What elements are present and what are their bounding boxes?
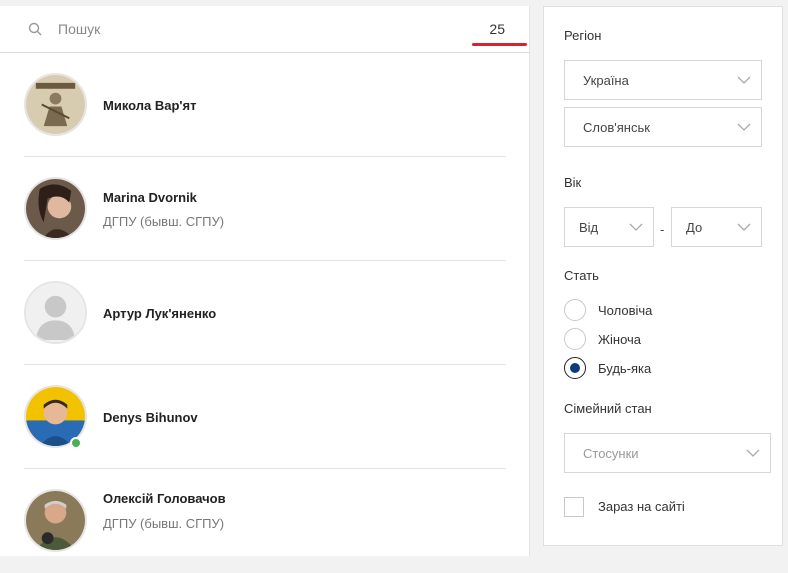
age-label: Вік [564,175,582,190]
chevron-down-icon [737,76,751,84]
avatar[interactable] [24,281,87,344]
people-list-panel: 25 Микола Вар'ят [0,6,530,556]
person-subtitle: ДГПУ (бывш. СГПУ) [103,214,225,229]
avatar[interactable] [24,177,87,240]
list-item[interactable]: Артур Лук'яненко [24,261,506,365]
gender-option-female[interactable]: Жіноча [598,332,641,347]
sketch-avatar-image [26,75,85,134]
filters-panel: Регіон Україна Слов'янськ Вік Від - До С… [543,6,783,546]
avatar[interactable] [24,489,87,552]
chevron-down-icon [746,449,760,457]
default-user-icon [26,283,85,342]
list-item[interactable]: Олексій Головачов ДГПУ (бывш. СГПУ) [24,469,506,573]
age-to-select[interactable]: До [671,207,762,247]
family-status-label: Сімейний стан [564,401,652,416]
list-item[interactable]: Микола Вар'ят [24,53,506,157]
age-to-value: До [686,220,703,235]
person-name[interactable]: Denys Bihunov [103,410,198,425]
region-label: Регіон [564,28,602,43]
person-name[interactable]: Микола Вар'ят [103,98,196,113]
gender-radio-any[interactable] [564,357,586,379]
count-underline [472,43,527,46]
woman-avatar-image [26,179,85,238]
search-input[interactable] [52,18,432,40]
country-select[interactable]: Україна [564,60,762,100]
family-status-placeholder: Стосунки [583,446,639,461]
gender-option-any[interactable]: Будь-яка [598,361,651,376]
gender-option-male[interactable]: Чоловіча [598,303,652,318]
gender-label: Стать [564,268,599,283]
chevron-down-icon [737,223,751,231]
older-man-avatar-image [26,491,85,550]
search-icon [28,22,42,36]
person-subtitle: ДГПУ (бывш. СГПУ) [103,516,225,531]
gender-radio-female[interactable] [564,328,586,350]
chevron-down-icon [737,123,751,131]
person-name[interactable]: Олексій Головачов [103,491,226,506]
country-select-value: Україна [583,73,629,88]
online-now-label[interactable]: Зараз на сайті [598,499,685,514]
online-now-checkbox[interactable] [564,497,584,517]
age-from-value: Від [579,220,599,235]
city-select-value: Слов'янськ [583,120,650,135]
age-separator: - [660,222,665,237]
list-item[interactable]: Denys Bihunov [24,365,506,469]
city-select[interactable]: Слов'янськ [564,107,762,147]
gender-radio-male[interactable] [564,299,586,321]
results-count: 25 [489,21,505,37]
list-item[interactable]: Marina Dvornik ДГПУ (бывш. СГПУ) [24,157,506,261]
age-from-select[interactable]: Від [564,207,654,247]
online-status-dot [70,437,82,449]
family-status-select[interactable]: Стосунки [564,433,771,473]
chevron-down-icon [629,223,643,231]
avatar[interactable] [24,73,87,136]
search-bar: 25 [0,6,529,53]
person-name[interactable]: Marina Dvornik [103,190,197,205]
person-name[interactable]: Артур Лук'яненко [103,306,216,321]
people-list: Микола Вар'ят Marina Dvornik ДГПУ (бывш.… [0,53,529,573]
